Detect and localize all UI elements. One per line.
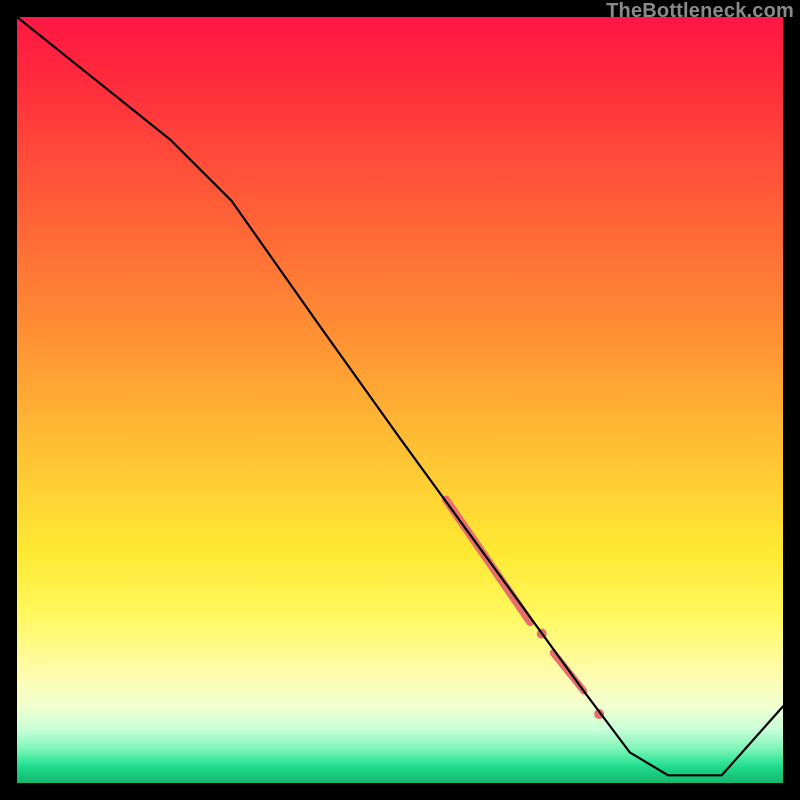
plot-gradient-background <box>17 17 783 783</box>
watermark-text: TheBottleneck.com <box>606 0 794 23</box>
chart-container: TheBottleneck.com <box>0 0 800 800</box>
